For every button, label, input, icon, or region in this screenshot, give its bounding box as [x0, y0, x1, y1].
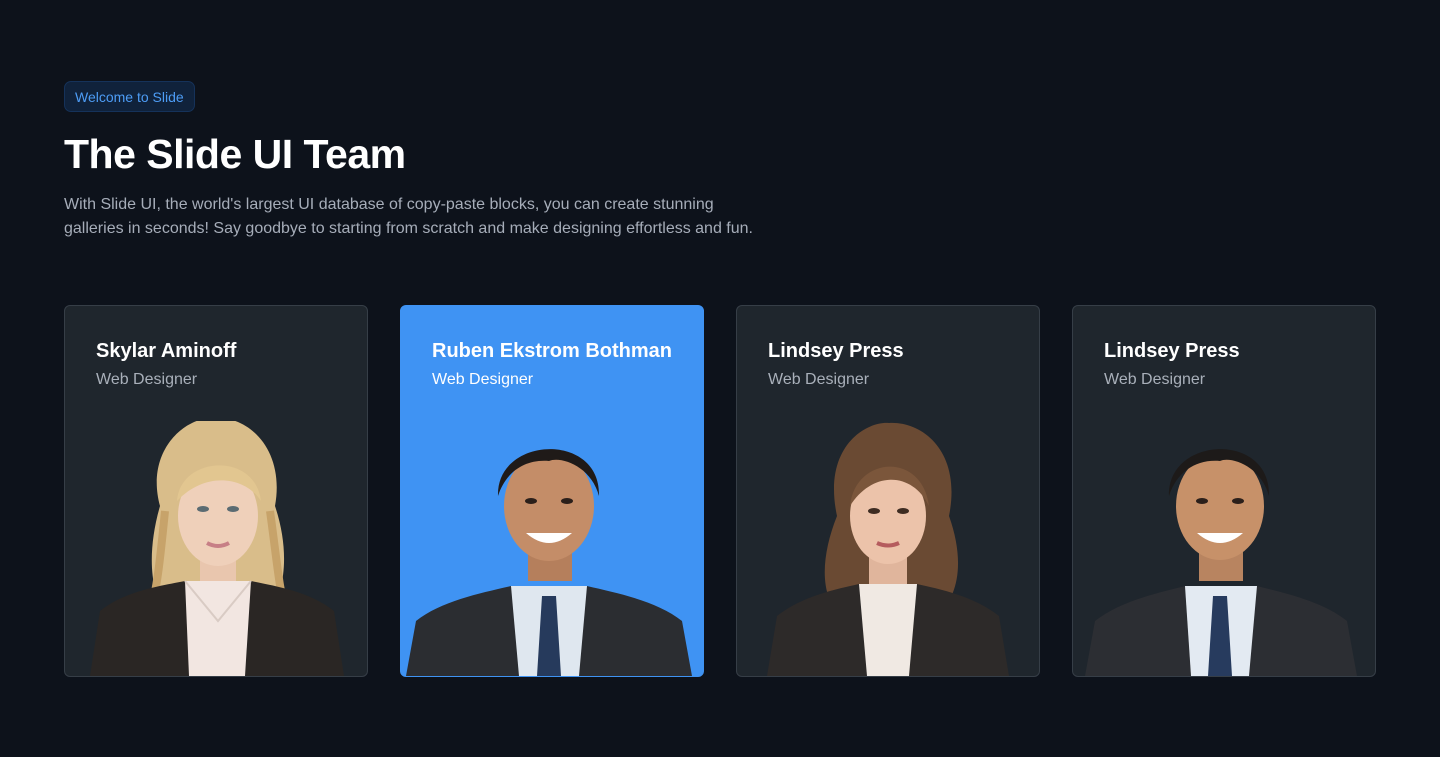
team-section: Welcome to Slide The Slide UI Team With … — [0, 0, 1440, 757]
man-smiling-portrait — [1085, 449, 1357, 676]
member-role: Web Designer — [432, 371, 534, 388]
team-card-skylar[interactable]: Skylar Aminoff Web Designer — [64, 305, 368, 677]
man-smiling-portrait — [406, 449, 692, 676]
member-role: Web Designer — [768, 371, 870, 388]
team-card-lindsey-1[interactable]: Lindsey Press Web Designer — [736, 305, 1040, 677]
woman-brunette-portrait — [767, 422, 1009, 676]
description-line-1: With Slide UI, the world's largest UI da… — [64, 196, 714, 213]
member-name: Ruben Ekstrom Bothman — [432, 340, 673, 362]
member-name: Skylar Aminoff — [96, 340, 237, 362]
member-name: Lindsey Press — [768, 340, 904, 362]
member-name: Lindsey Press — [1104, 340, 1240, 362]
member-role: Web Designer — [1104, 371, 1206, 388]
woman-blonde-portrait — [90, 421, 344, 676]
member-role: Web Designer — [96, 371, 198, 388]
page-description: With Slide UI, the world's largest UI da… — [64, 193, 824, 241]
team-card-lindsey-2[interactable]: Lindsey Press Web Designer — [1072, 305, 1376, 677]
team-card-ruben[interactable]: Ruben Ekstrom Bothman Web Designer — [400, 305, 704, 677]
welcome-badge: Welcome to Slide — [64, 81, 195, 112]
description-line-2: galleries in seconds! Say goodbye to sta… — [64, 220, 753, 237]
page-title: The Slide UI Team — [64, 131, 406, 177]
